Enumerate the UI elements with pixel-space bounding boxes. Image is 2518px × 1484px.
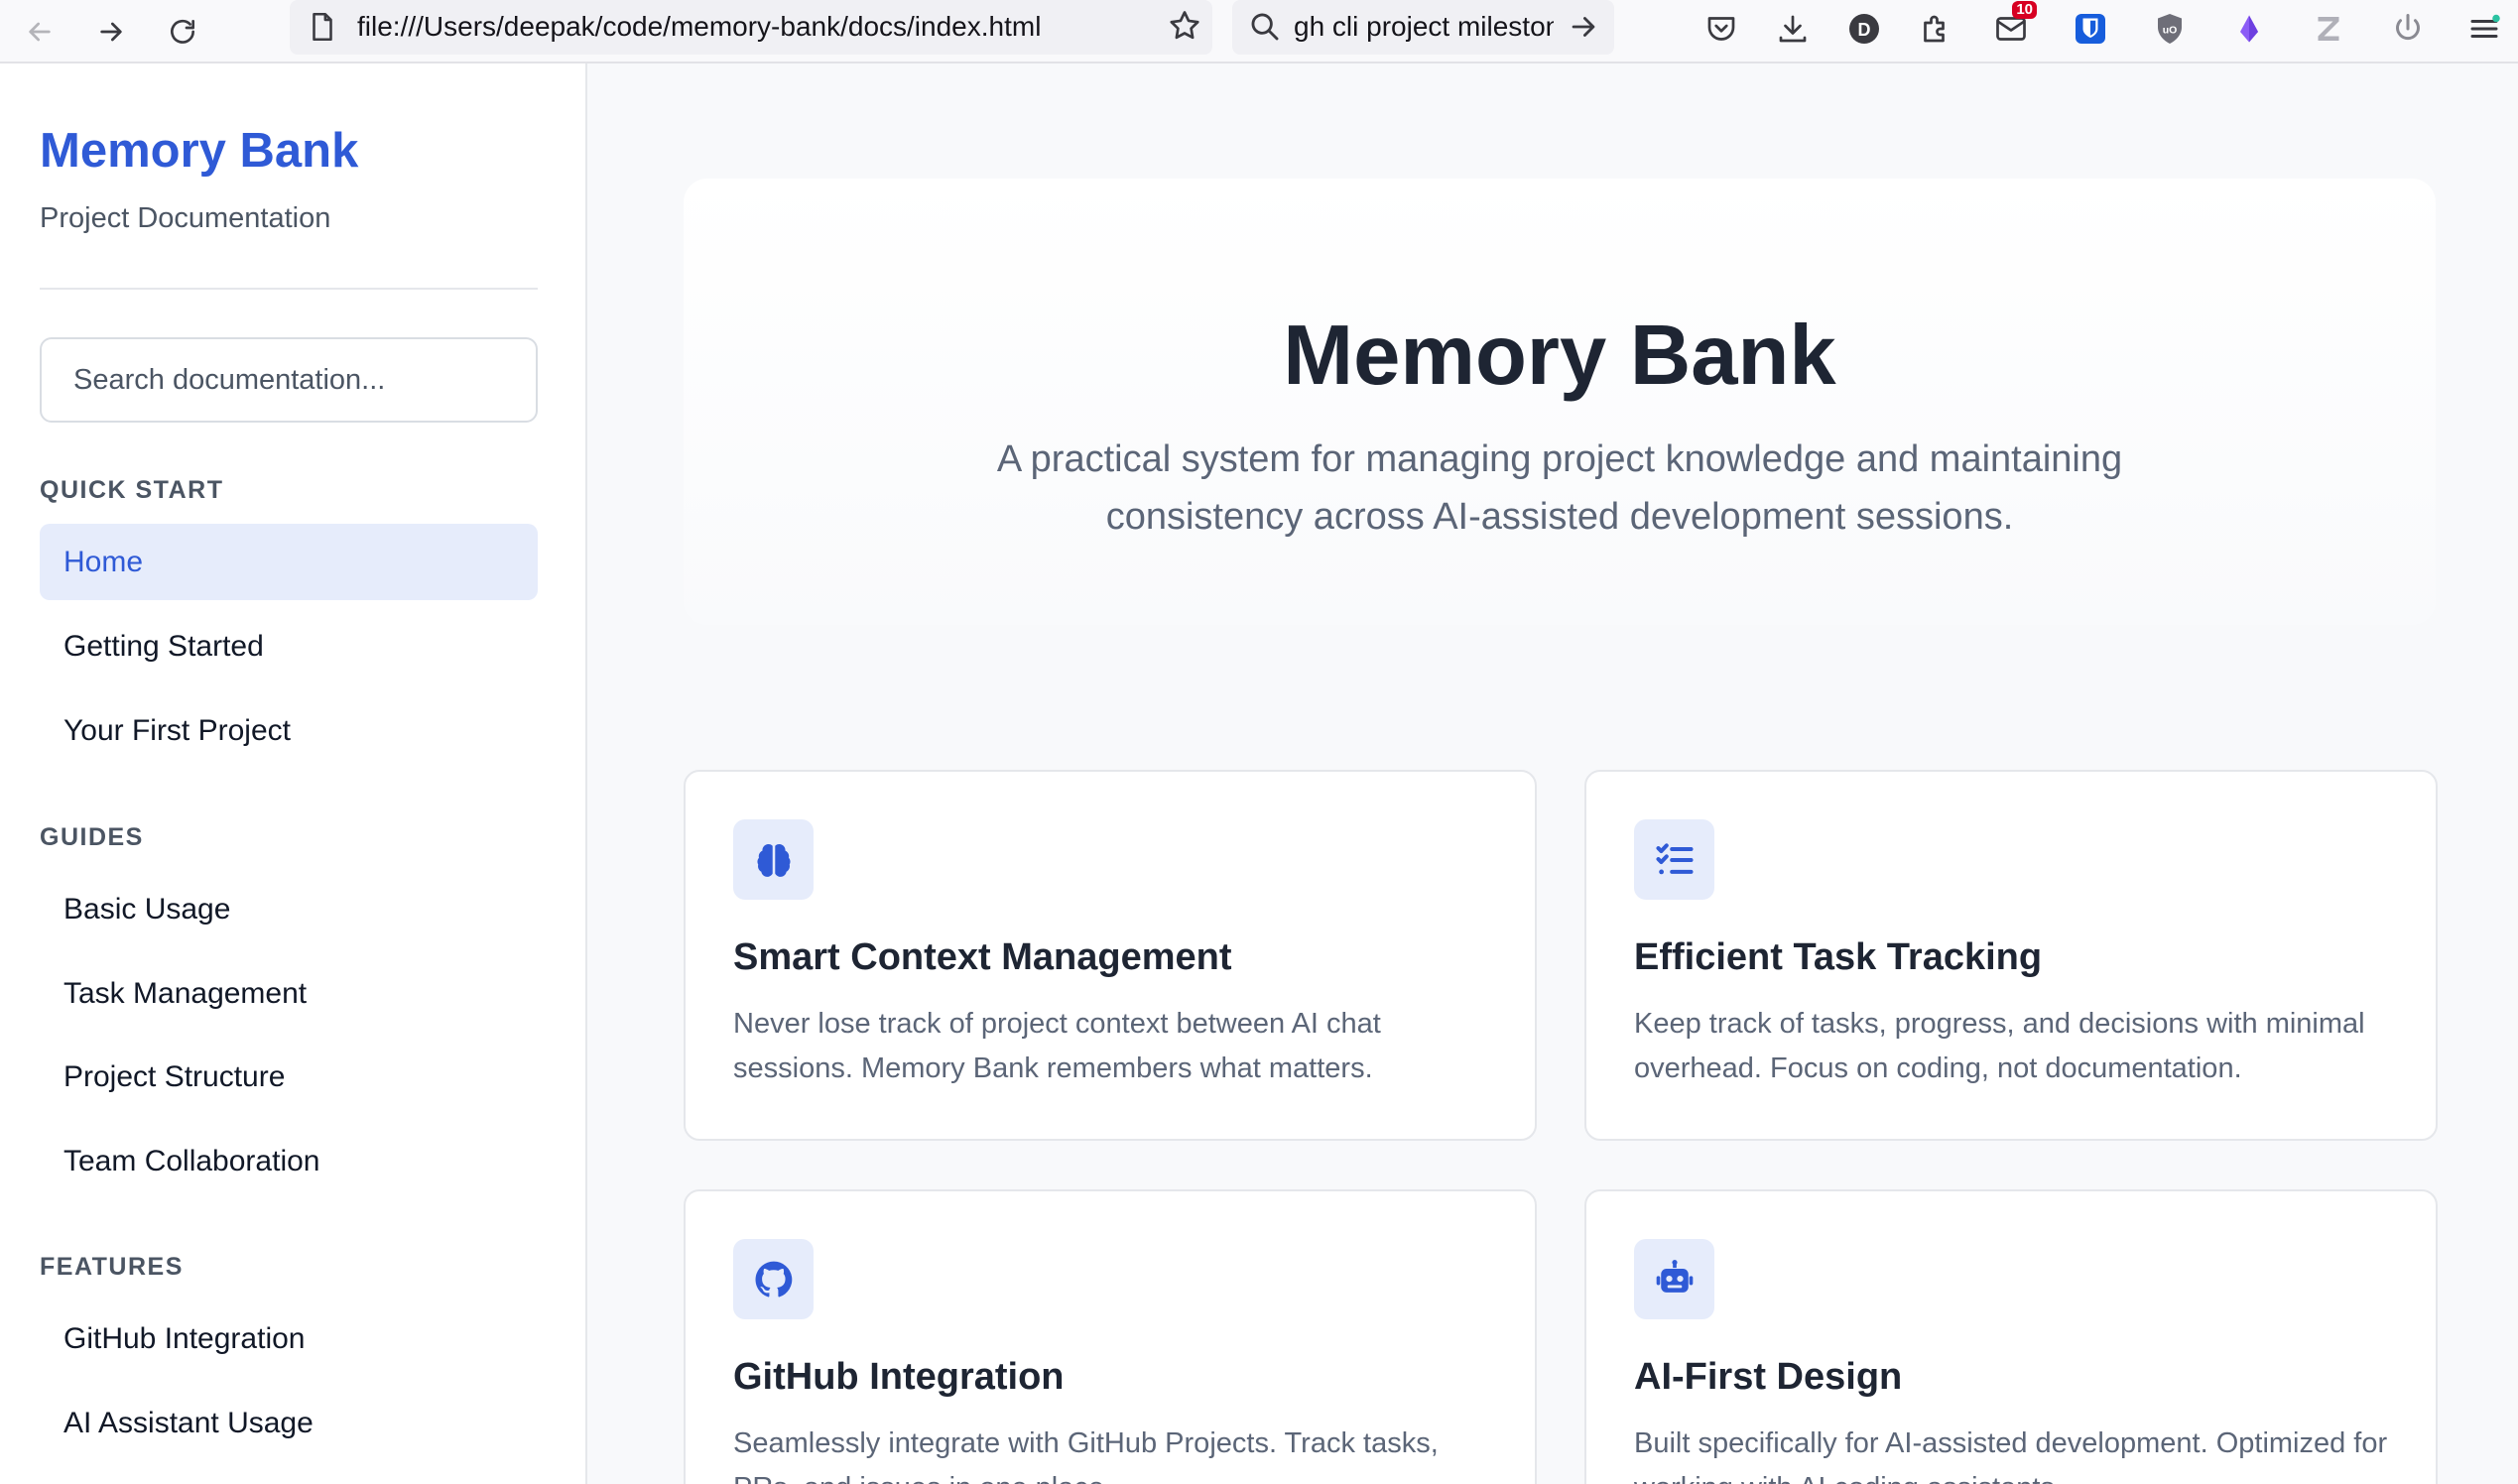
downloads-button[interactable] <box>1771 7 1815 51</box>
hero-section: Memory Bank A practical system for manag… <box>684 179 2436 625</box>
reload-button[interactable] <box>157 6 208 58</box>
sidebar-item-task-management[interactable]: Task Management <box>40 955 538 1032</box>
sidebar-item-basic-usage[interactable]: Basic Usage <box>40 871 538 947</box>
pocket-button[interactable] <box>1700 7 1743 51</box>
browser-toolbar: file:///Users/deepak/code/memory-bank/do… <box>0 0 2518 63</box>
sidebar-item-your-first-project[interactable]: Your First Project <box>40 692 538 769</box>
back-button[interactable] <box>14 6 65 58</box>
bitwarden-extension[interactable] <box>2069 7 2112 51</box>
brain-icon <box>733 819 814 900</box>
sidebar-divider <box>40 288 538 290</box>
list-check-icon <box>1634 819 1714 900</box>
ublock-extension[interactable]: uO <box>2148 7 2192 51</box>
hamburger-menu-icon <box>2470 14 2500 38</box>
menu-button[interactable] <box>2462 7 2506 51</box>
feature-card-smart-context: Smart Context Management Never lose trac… <box>684 770 1537 1141</box>
section-label-guides: GUIDES <box>40 823 144 851</box>
zotero-extension[interactable] <box>2307 7 2350 51</box>
notification-badge: 10 <box>2012 1 2037 19</box>
svg-text:uO: uO <box>2163 25 2178 37</box>
wallet-extension[interactable] <box>2227 7 2271 51</box>
reload-icon <box>171 19 194 44</box>
forward-button[interactable] <box>85 6 137 58</box>
feature-description: Keep track of tasks, progress, and decis… <box>1634 1008 2365 1084</box>
file-icon <box>313 12 332 42</box>
zotero-icon <box>2318 17 2339 41</box>
arrow-right-icon <box>100 22 122 42</box>
search-query: gh cli project milestone <box>1294 11 1554 42</box>
sidebar: Memory Bank Project Documentation QUICK … <box>0 63 587 1484</box>
sidebar-item-getting-started[interactable]: Getting Started <box>40 608 538 684</box>
shield-icon <box>2076 14 2105 44</box>
sidebar-item-github-integration[interactable]: GitHub Integration <box>40 1300 538 1377</box>
puzzle-icon <box>1924 15 1945 43</box>
profile-extension[interactable]: D <box>1842 7 1886 51</box>
robot-icon <box>1634 1239 1714 1319</box>
feature-title: Smart Context Management <box>733 936 1232 978</box>
extensions-button[interactable] <box>1914 7 1957 51</box>
ublock-shield-icon: uO <box>2158 14 2182 44</box>
section-label-quick-start: QUICK START <box>40 476 224 504</box>
power-extension[interactable] <box>2386 7 2430 51</box>
docs-search-input[interactable] <box>42 339 536 421</box>
feature-description: Built specifically for AI-assisted devel… <box>1634 1427 2388 1484</box>
pocket-icon <box>1707 17 1735 41</box>
feature-title: GitHub Integration <box>733 1356 1065 1398</box>
feature-card-task-tracking: Efficient Task Tracking Keep track of ta… <box>1584 770 2438 1141</box>
arrow-left-icon <box>29 22 51 42</box>
url-bar[interactable]: file:///Users/deepak/code/memory-bank/do… <box>290 0 1212 55</box>
sidebar-item-team-collaboration[interactable]: Team Collaboration <box>40 1123 538 1199</box>
feature-card-github-integration: GitHub Integration Seamlessly integrate … <box>684 1189 1537 1484</box>
url-text: file:///Users/deepak/code/memory-bank/do… <box>357 11 1042 42</box>
hero-subtitle: A practical system for managing project … <box>996 438 2123 538</box>
download-icon <box>1779 15 1807 43</box>
mail-extension[interactable]: 10 <box>1989 1 2037 51</box>
arrow-right-icon[interactable] <box>1567 10 1600 44</box>
search-icon <box>1251 13 1279 41</box>
brand-tagline: Project Documentation <box>40 202 331 234</box>
brand-title[interactable]: Memory Bank <box>40 123 358 179</box>
sidebar-item-project-structure[interactable]: Project Structure <box>40 1039 538 1115</box>
avatar-icon: D <box>1849 14 1879 44</box>
feature-title: AI-First Design <box>1634 1356 1903 1398</box>
feature-title: Efficient Task Tracking <box>1634 936 2043 978</box>
section-label-features: FEATURES <box>40 1253 184 1281</box>
feature-description: Never lose track of project context betw… <box>733 1008 1381 1084</box>
feature-card-ai-first: AI-First Design Built specifically for A… <box>1584 1189 2438 1484</box>
bookmark-star-icon[interactable] <box>1167 8 1202 44</box>
github-icon <box>733 1239 814 1319</box>
feature-description: Seamlessly integrate with GitHub Project… <box>733 1427 1439 1484</box>
crystal-icon <box>2240 15 2258 43</box>
sidebar-item-ai-assistant-usage[interactable]: AI Assistant Usage <box>40 1385 538 1461</box>
svg-text:D: D <box>1858 20 1871 40</box>
power-icon <box>2396 14 2420 41</box>
sidebar-item-home[interactable]: Home <box>40 524 538 600</box>
docs-search <box>40 337 538 423</box>
page-title: Memory Bank <box>1283 309 1836 403</box>
search-bar[interactable]: gh cli project milestone <box>1232 0 1614 55</box>
